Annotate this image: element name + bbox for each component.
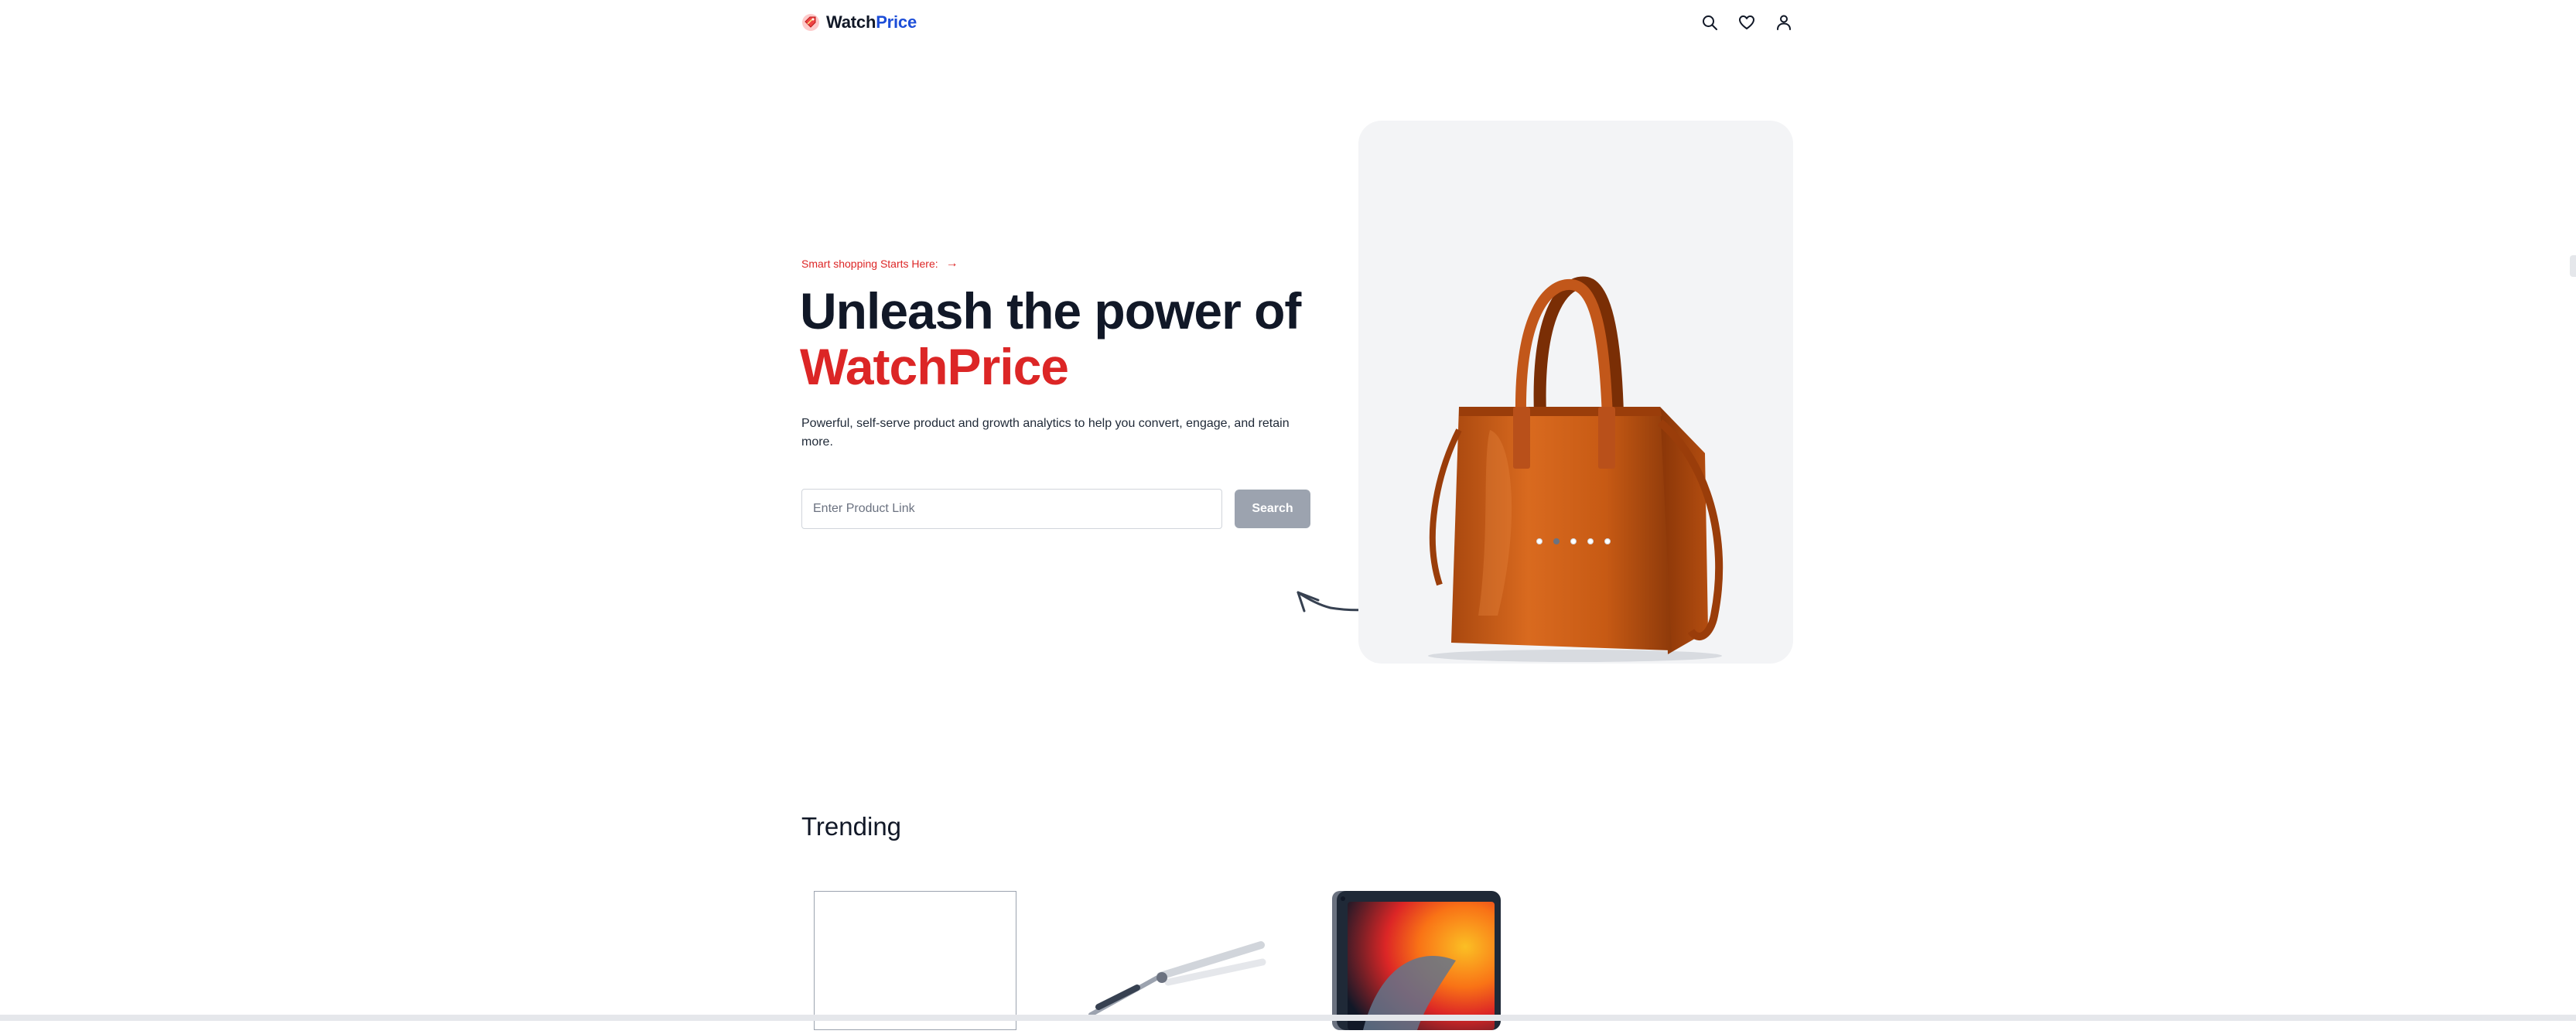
brand-logo-link[interactable]: WatchPrice	[801, 12, 917, 32]
hero-tagline[interactable]: Smart shopping Starts Here: →	[801, 257, 958, 271]
blank-product-image	[815, 892, 1016, 1029]
tablet-image	[1332, 891, 1501, 1030]
price-tag-icon	[802, 14, 819, 31]
heart-icon[interactable]	[1737, 13, 1756, 32]
hero-description: Powerful, self-serve product and growth …	[801, 417, 1290, 449]
hero-title-line1: Unleash the power of	[800, 282, 1301, 340]
carousel-dot-3[interactable]	[1570, 538, 1577, 544]
hero-title-brand: WatchPrice	[800, 338, 1069, 395]
handbag-image	[1428, 276, 1724, 662]
search-button[interactable]: Search	[1235, 490, 1310, 528]
scroll-edge-handle[interactable]	[2570, 255, 2576, 277]
carousel-dots	[1536, 538, 1611, 544]
search-icon[interactable]	[1700, 13, 1719, 32]
hero-tagline-text: Smart shopping Starts Here:	[801, 258, 938, 270]
hero-title: Unleash the power of WatchPrice	[800, 282, 1301, 395]
site-header: WatchPrice	[801, 0, 1793, 45]
carousel-dot-5[interactable]	[1604, 538, 1611, 544]
brand-name: WatchPrice	[826, 12, 917, 32]
trending-card-3[interactable]	[1332, 891, 1501, 1030]
arrow-right-icon: →	[945, 257, 958, 270]
trending-heading: Trending	[801, 812, 902, 841]
pliers-image	[1088, 941, 1266, 1017]
carousel-dot-4[interactable]	[1587, 538, 1594, 544]
carousel-dot-2[interactable]	[1553, 538, 1560, 544]
trending-card-1[interactable]	[814, 891, 1016, 1030]
brand-name-part1: Watch	[826, 12, 876, 32]
brand-name-part2: Price	[876, 12, 917, 32]
horizontal-scrollbar[interactable]	[0, 1015, 2576, 1021]
product-carousel[interactable]	[1358, 121, 1793, 664]
user-icon[interactable]	[1775, 13, 1793, 32]
product-link-input[interactable]	[801, 489, 1222, 529]
product-search-form: Search	[801, 489, 1310, 529]
header-icon-group	[1700, 13, 1793, 32]
trending-card-2[interactable]	[1068, 891, 1269, 1030]
carousel-dot-1[interactable]	[1536, 538, 1543, 544]
